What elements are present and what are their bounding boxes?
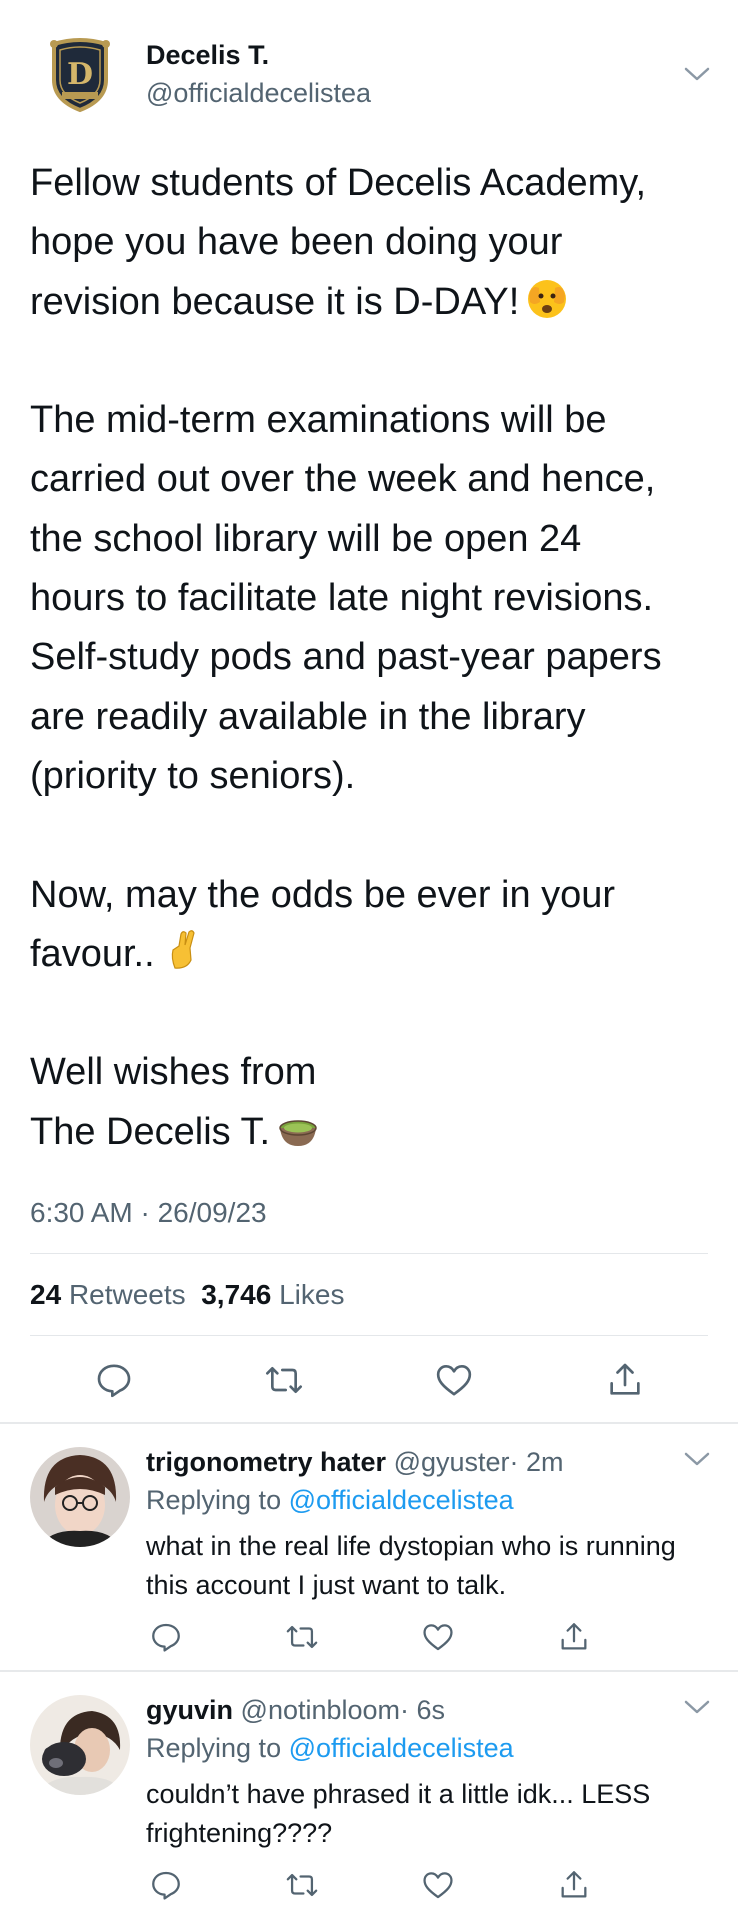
share-icon[interactable] (605, 1360, 645, 1400)
likes-label[interactable]: Likes (279, 1279, 344, 1310)
replying-mention-link[interactable]: @officialdecelistea (289, 1733, 514, 1763)
reply-text: couldn’t have phrased it a little idk...… (146, 1779, 651, 1848)
tweet-timestamp[interactable]: 6:30 AM · 26/09/23 (30, 1197, 267, 1229)
reply-author-name[interactable]: gyuvin (146, 1695, 233, 1725)
divider (0, 1670, 738, 1672)
tweet-line: favour.. (30, 925, 720, 984)
decelis-crest-avatar[interactable]: D (48, 34, 112, 114)
tweet-line: The mid-term examinations will be (30, 399, 607, 442)
tweet-line: Well wishes from (30, 1051, 317, 1094)
reply-text: what in the real life dystopian who is r… (146, 1531, 676, 1600)
reply-header: trigonometry hater @gyuster· 2m (146, 1447, 564, 1478)
reply-author-name[interactable]: trigonometry hater (146, 1447, 386, 1477)
tweet-line: carried out over the week and hence, (30, 458, 656, 501)
chevron-down-icon[interactable] (683, 1450, 711, 1468)
tweet-line: revision because it is D-DAY! (30, 273, 720, 332)
reply-author-handle[interactable]: @gyuster (394, 1447, 510, 1477)
like-heart-icon[interactable] (421, 1868, 455, 1902)
replying-label: Replying to (146, 1485, 282, 1515)
divider (30, 1335, 708, 1336)
divider (30, 1253, 708, 1254)
teacup-icon (276, 1106, 320, 1150)
reply-icon[interactable] (149, 1620, 183, 1654)
author-handle[interactable]: @officialdecelistea (146, 78, 371, 109)
crossed-fingers-icon (161, 928, 205, 972)
replying-label: Replying to (146, 1733, 282, 1763)
tweet-line-text: revision because it is D-DAY! (30, 280, 520, 323)
retweet-icon[interactable] (285, 1620, 319, 1654)
retweets-label[interactable]: Retweets (69, 1279, 186, 1310)
retweet-icon[interactable] (264, 1360, 304, 1400)
replying-to: Replying to @officialdecelistea (146, 1485, 514, 1516)
retweets-count[interactable]: 24 (30, 1279, 61, 1310)
reply-author-handle[interactable]: @notinbloom (241, 1695, 401, 1725)
reply-avatar[interactable] (30, 1695, 130, 1795)
reply-icon[interactable] (149, 1868, 183, 1902)
share-icon[interactable] (557, 1868, 591, 1902)
tweet-line: Now, may the odds be ever in your (30, 873, 616, 916)
reply-time: · 6s (400, 1695, 446, 1725)
replying-mention-link[interactable]: @officialdecelistea (289, 1485, 514, 1515)
divider (0, 1422, 738, 1424)
reply-time: · 2m (509, 1447, 564, 1477)
reply-header: gyuvin @notinbloom· 6s (146, 1695, 445, 1726)
replying-to: Replying to @officialdecelistea (146, 1733, 514, 1764)
tweet-line: Self-study pods and past-year papers (30, 636, 662, 679)
tweet-line: hope you have been doing your (30, 221, 563, 264)
likes-count[interactable]: 3,746 (201, 1279, 271, 1310)
tweet-line: the school library will be open 24 (30, 517, 582, 560)
tweet-line: hours to facilitate late night revisions… (30, 577, 654, 620)
chevron-down-icon[interactable] (683, 65, 711, 83)
tweet-line: Fellow students of Decelis Academy, (30, 162, 647, 204)
tweet-line-text: favour.. (30, 932, 155, 975)
reply-avatar[interactable] (30, 1447, 130, 1547)
face-peeking-icon (525, 276, 569, 320)
tweet-line-text: The Decelis T. (30, 1110, 271, 1153)
retweet-icon[interactable] (285, 1868, 319, 1902)
tweet-line: (priority to seniors). (30, 754, 356, 797)
svg-text:D: D (67, 57, 93, 92)
reply-icon[interactable] (94, 1360, 134, 1400)
share-icon[interactable] (557, 1620, 591, 1654)
chevron-down-icon[interactable] (683, 1698, 711, 1716)
tweet-stats: 24 Retweets 3,746 Likes (30, 1279, 344, 1311)
tweet-text: Fellow students of Decelis Academy, hope… (30, 154, 720, 1162)
like-heart-icon[interactable] (421, 1620, 455, 1654)
tweet-line: are readily available in the library (30, 695, 586, 738)
author-name[interactable]: Decelis T. (146, 40, 269, 71)
like-heart-icon[interactable] (434, 1360, 474, 1400)
tweet-line: The Decelis T. (30, 1103, 720, 1162)
